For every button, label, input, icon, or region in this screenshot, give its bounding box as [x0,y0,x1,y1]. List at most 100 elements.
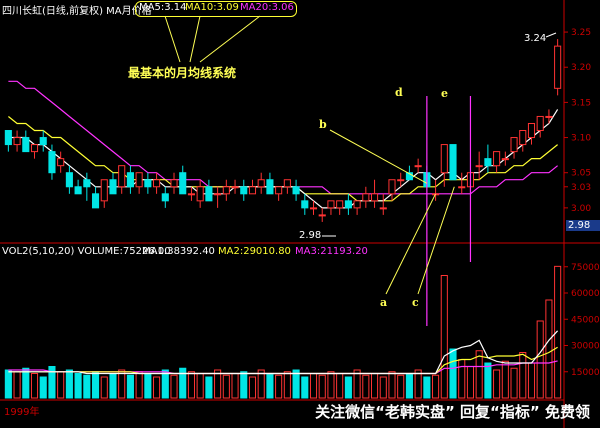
volume-bar [362,374,370,399]
candle-body [74,186,82,195]
price-tick-label: 3.00 [571,204,591,214]
candle-body [196,186,204,202]
watermark-mid1: “老韩实盘” [375,403,455,421]
volume-bar [484,362,492,399]
volume-bar [240,371,248,399]
candle-body [336,200,344,209]
volume-bar [22,367,30,399]
volume-bar [4,369,12,399]
candle-body [266,179,274,195]
candles [4,39,562,222]
candle-body [170,179,178,188]
annotation-lines [164,15,557,326]
volume-bar [100,376,108,399]
volume-bar [554,265,562,399]
volume-bar [519,352,527,399]
candle-body [161,193,169,202]
volume-bar [466,366,475,399]
volume-bar [309,373,318,399]
line-c [417,186,455,295]
volume-bar [161,369,169,399]
price-tick-label: 3.20 [571,63,591,73]
candle-body [554,45,562,89]
candle-body [362,193,370,202]
volume-bar [39,376,47,399]
candle-body [118,165,126,188]
vol-ma2-label: MA2:29010.80 [218,246,291,257]
candle-body [519,130,527,146]
volume-bar [205,376,213,399]
candle-body [545,115,553,118]
volume-bar [109,373,117,399]
volume-tick-label: 30000 [571,342,600,352]
volume-tick-label: 75000 [571,263,600,273]
volume-bar [135,371,143,399]
candle-body [353,200,361,209]
volume-bar [187,371,196,399]
candle-body [344,200,352,209]
volume-bar [458,359,466,399]
volume-bar [414,369,422,399]
vol-ma1-label: MA1:38392.40 [142,246,215,257]
volume-bar [397,374,405,399]
watermark-mid3: “指标” [490,403,540,421]
volume-bar [283,371,291,399]
label-e: e [441,87,448,100]
candle-body [4,130,12,146]
watermark-prefix: 关注微信 [315,403,376,421]
volume-bar [353,369,361,399]
volume-bar [379,376,387,399]
candle-body [536,115,544,132]
candle-body [458,186,466,189]
candle-body [65,172,73,188]
price-chart-title: 四川长虹(日线,前复权) MA月价格 [2,6,152,17]
candle-body [510,137,518,153]
candle-body [309,207,318,210]
watermark-mid2: 回复 [454,403,491,421]
callout-line [164,15,181,63]
stock-chart: 3.25 3.20 3.15 3.10 3.05 3.03 3.00 75000 60000 45… [0,0,600,428]
price-grid [0,0,600,428]
volume-bar [536,320,544,399]
label-b: b [319,118,327,131]
volume-bar [91,371,100,399]
candle-body [39,137,47,146]
candle-body [126,172,134,188]
annotation-title: 最基本的月均线系统 [128,66,237,80]
candle-body [13,137,21,146]
candle-body [153,179,161,188]
candle-body [275,186,283,195]
volume-bar [370,373,379,399]
candle-body [100,179,108,202]
candle-body [370,193,379,202]
volume-bar [510,367,518,399]
candle-body [205,186,213,202]
volume-bar [266,373,274,399]
volume-bar [449,348,457,399]
volume-bar [196,373,204,399]
candle-body [493,151,501,167]
volume-bar [336,373,344,399]
volume-tick-label: 15000 [571,368,600,378]
volume-ma-lines [8,330,559,375]
ma20-label: MA20:3.06 [240,2,294,13]
candle-body [222,186,230,195]
volume-bar [527,362,536,399]
ma20-polyline [8,80,558,195]
candle-body [527,122,536,139]
volume-bar [432,374,440,399]
volume-bar [170,374,178,399]
ma10-polyline [8,116,558,202]
volume-bar [214,369,222,399]
vol-ma2-polyline [8,346,558,375]
line-b [329,129,428,184]
candle-body [109,179,117,195]
volume-bar [423,376,431,399]
line-a [385,193,437,295]
price-tick-label: 3.10 [571,134,591,144]
candle-body [30,144,39,153]
candle-body [22,137,30,153]
price-tick-label: 3.15 [571,98,591,108]
candle-body [187,193,196,196]
volume-bar [545,299,553,399]
